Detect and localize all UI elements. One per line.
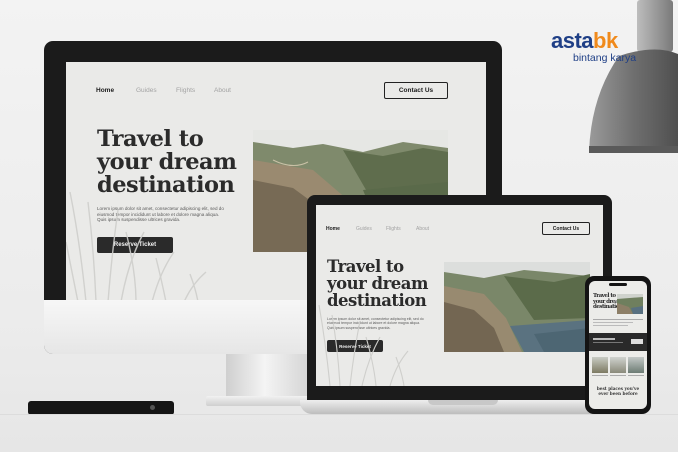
hero-title: Travel to your dream destination: [97, 126, 237, 198]
coastline-photo: [444, 262, 590, 352]
nav-about[interactable]: About: [416, 226, 429, 232]
desk-edge: [0, 414, 678, 415]
monitor-stand: [226, 354, 312, 398]
phone-dark-banner: [589, 333, 647, 351]
coastline-photo: [617, 294, 643, 314]
contact-us-button[interactable]: Contact Us: [542, 222, 590, 235]
phone-text-block: [593, 319, 643, 331]
phone-gallery: [592, 357, 644, 373]
nav-guides[interactable]: Guides: [136, 87, 157, 94]
phone-gallery-captions: [592, 375, 644, 379]
contact-us-button[interactable]: Contact Us: [384, 82, 448, 99]
nav-flights[interactable]: Flights: [386, 226, 401, 232]
tablet-pen-clip: [150, 405, 155, 410]
laptop-website: Home Guides Flights About Contact Us Tra…: [316, 205, 603, 386]
nav-flights[interactable]: Flights: [176, 87, 195, 94]
logo-tagline: bintang karya: [573, 52, 637, 64]
logo-wordmark: astabk: [551, 28, 618, 53]
phone-notch: [609, 283, 627, 286]
phone-footer-heading: best places you've ever been before: [596, 386, 640, 396]
nav-home[interactable]: Home: [96, 87, 114, 94]
reserve-ticket-button[interactable]: Reserve Ticket: [97, 237, 173, 253]
hero-title: Travel to your dream destination: [327, 257, 428, 310]
nav-guides[interactable]: Guides: [356, 226, 372, 232]
reserve-ticket-button[interactable]: Reserve Ticket: [327, 340, 383, 352]
desk-lamp: [589, 0, 678, 153]
hero-description: Lorem ipsum dolor sit amet, consectetur …: [327, 317, 424, 330]
astabk-logo: astabk bintang karya: [551, 30, 678, 70]
laptop-hinge-notch: [428, 400, 498, 405]
nav-about[interactable]: About: [214, 87, 231, 94]
phone-website: Travel to your dream destination best pl…: [589, 281, 647, 409]
hero-description: Lorem ipsum dolor sit amet, consectetur …: [97, 206, 224, 223]
nav-home[interactable]: Home: [326, 226, 340, 232]
